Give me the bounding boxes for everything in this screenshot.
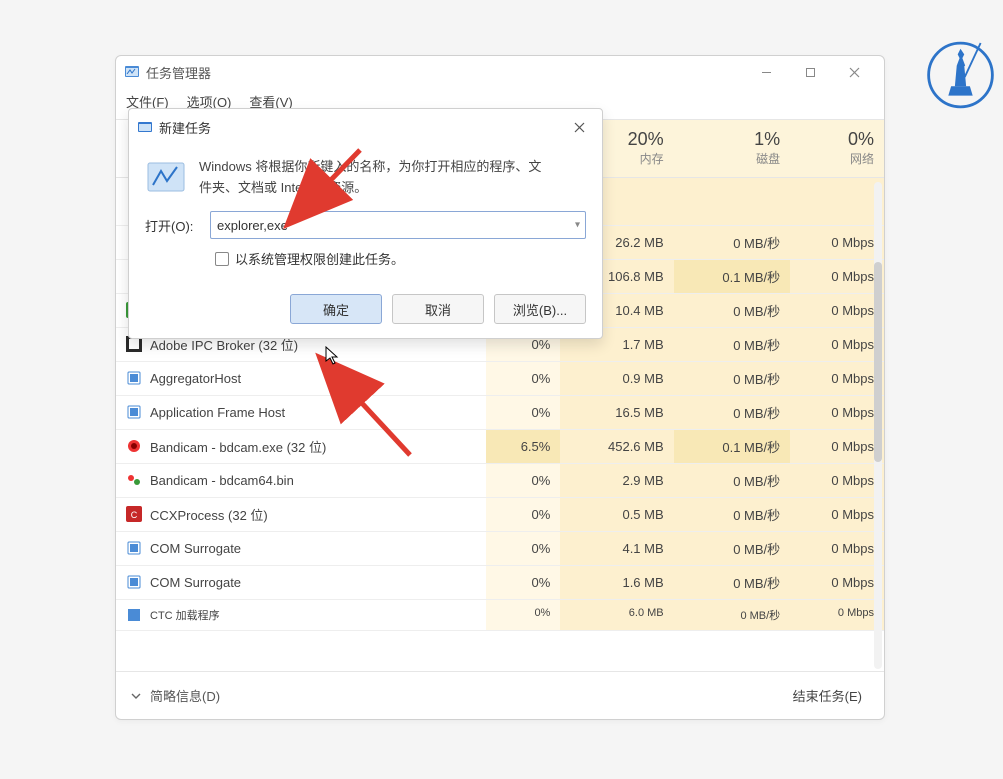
disk-cell: 0 MB/秒: [674, 565, 791, 599]
svg-text:C: C: [131, 510, 138, 520]
chevron-down-icon: [130, 690, 142, 702]
network-cell: 0 Mbps: [790, 497, 884, 531]
ok-button[interactable]: 确定: [290, 294, 382, 324]
cpu-cell: 0%: [486, 361, 560, 395]
disk-cell: 0 MB/秒: [674, 361, 791, 395]
new-task-dialog: 新建任务 Windows 将根据你所键入的名称，为你打开相应的程序、文 件夹、文…: [128, 108, 603, 339]
process-icon: [126, 607, 142, 623]
run-large-icon: [145, 157, 187, 199]
disk-cell: 0 MB/秒: [674, 497, 791, 531]
network-cell: 0 Mbps: [790, 531, 884, 565]
process-name: Application Frame Host: [150, 405, 285, 420]
process-icon: [126, 404, 142, 420]
process-icon: [126, 540, 142, 556]
statusbar: 简略信息(D) 结束任务(E): [116, 672, 884, 719]
process-icon: C: [126, 506, 142, 522]
close-button[interactable]: [832, 57, 876, 87]
memory-cell: 0.9 MB: [560, 361, 673, 395]
process-name: COM Surrogate: [150, 575, 241, 590]
window-title: 任务管理器: [146, 63, 211, 82]
brief-info-toggle[interactable]: 简略信息(D): [130, 686, 220, 705]
disk-cell: 0 MB/秒: [674, 327, 791, 361]
open-input[interactable]: [210, 211, 586, 239]
disk-cell: 0 MB/秒: [674, 225, 791, 259]
memory-cell: 2.9 MB: [560, 463, 673, 497]
col-disk-header[interactable]: 1% 磁盘: [674, 120, 791, 177]
table-row[interactable]: CTC 加载程序 0%6.0 MB0 MB/秒0 Mbps: [116, 599, 884, 630]
open-label: 打开(O):: [145, 216, 200, 235]
table-row[interactable]: Bandicam - bdcam.exe (32 位)6.5%452.6 MB0…: [116, 429, 884, 463]
process-icon: [126, 574, 142, 590]
process-name: CTC 加载程序: [150, 607, 220, 623]
process-icon: [126, 370, 142, 386]
memory-cell: 452.6 MB: [560, 429, 673, 463]
table-row[interactable]: C CCXProcess (32 位) 0%0.5 MB0 MB/秒0 Mbps: [116, 497, 884, 531]
network-cell: 0 Mbps: [790, 361, 884, 395]
run-icon: [137, 119, 153, 135]
cpu-cell: 0%: [486, 497, 560, 531]
cpu-cell: 0%: [486, 531, 560, 565]
cpu-cell: 0%: [486, 599, 560, 630]
disk-cell: 0 MB/秒: [674, 599, 791, 630]
disk-cell: 0.1 MB/秒: [674, 429, 791, 463]
table-row[interactable]: COM Surrogate 0%1.6 MB0 MB/秒0 Mbps: [116, 565, 884, 599]
browse-button[interactable]: 浏览(B)...: [494, 294, 586, 324]
network-cell: 0 Mbps: [790, 259, 884, 293]
cpu-cell: 0%: [486, 565, 560, 599]
memory-cell: 0.5 MB: [560, 497, 673, 531]
admin-checkbox[interactable]: [215, 252, 229, 266]
memory-cell: 16.5 MB: [560, 395, 673, 429]
network-cell: 0 Mbps: [790, 429, 884, 463]
disk-cell: 0 MB/秒: [674, 395, 791, 429]
close-icon: [574, 122, 585, 133]
dialog-description: Windows 将根据你所键入的名称，为你打开相应的程序、文 件夹、文档或 In…: [199, 157, 541, 199]
cpu-cell: 0%: [486, 463, 560, 497]
network-cell: 0 Mbps: [790, 565, 884, 599]
process-name: Bandicam - bdcam64.bin: [150, 473, 294, 488]
disk-cell: 0 MB/秒: [674, 463, 791, 497]
disk-cell: 0 MB/秒: [674, 293, 791, 327]
brief-info-label: 简略信息(D): [150, 686, 220, 705]
watermark-logo: [923, 30, 998, 120]
cpu-cell: 6.5%: [486, 429, 560, 463]
titlebar: 任务管理器: [116, 56, 884, 88]
table-row[interactable]: Bandicam - bdcam64.bin 0%2.9 MB0 MB/秒0 Mb…: [116, 463, 884, 497]
network-cell: 0 Mbps: [790, 293, 884, 327]
process-name: CCXProcess (32 位): [150, 505, 268, 524]
end-task-button[interactable]: 结束任务(E): [785, 682, 870, 709]
disk-cell: 0.1 MB/秒: [674, 259, 791, 293]
memory-cell: 6.0 MB: [560, 599, 673, 630]
memory-cell: 4.1 MB: [560, 531, 673, 565]
dialog-close-button[interactable]: [564, 115, 594, 139]
network-cell: 0 Mbps: [790, 599, 884, 630]
maximize-button[interactable]: [788, 57, 832, 87]
cpu-cell: 0%: [486, 395, 560, 429]
disk-cell: 0 MB/秒: [674, 531, 791, 565]
scrollbar[interactable]: [874, 182, 882, 669]
network-cell: 0 Mbps: [790, 395, 884, 429]
app-icon: [124, 64, 140, 80]
process-icon: [126, 438, 142, 454]
dialog-titlebar: 新建任务: [129, 109, 602, 145]
cancel-button[interactable]: 取消: [392, 294, 484, 324]
network-cell: 0 Mbps: [790, 327, 884, 361]
memory-cell: 1.6 MB: [560, 565, 673, 599]
process-name: COM Surrogate: [150, 541, 241, 556]
table-row[interactable]: COM Surrogate 0%4.1 MB0 MB/秒0 Mbps: [116, 531, 884, 565]
table-row[interactable]: Application Frame Host 0%16.5 MB0 MB/秒0 M…: [116, 395, 884, 429]
process-name: AggregatorHost: [150, 371, 241, 386]
admin-checkbox-label: 以系统管理权限创建此任务。: [235, 249, 404, 268]
network-cell: 0 Mbps: [790, 463, 884, 497]
process-icon: [126, 472, 142, 488]
process-name: Bandicam - bdcam.exe (32 位): [150, 437, 326, 456]
dialog-title: 新建任务: [159, 118, 211, 137]
network-cell: 0 Mbps: [790, 225, 884, 259]
table-row[interactable]: AggregatorHost 0%0.9 MB0 MB/秒0 Mbps: [116, 361, 884, 395]
minimize-button[interactable]: [744, 57, 788, 87]
col-network-header[interactable]: 0% 网络: [790, 120, 884, 177]
scrollbar-thumb[interactable]: [874, 262, 882, 462]
